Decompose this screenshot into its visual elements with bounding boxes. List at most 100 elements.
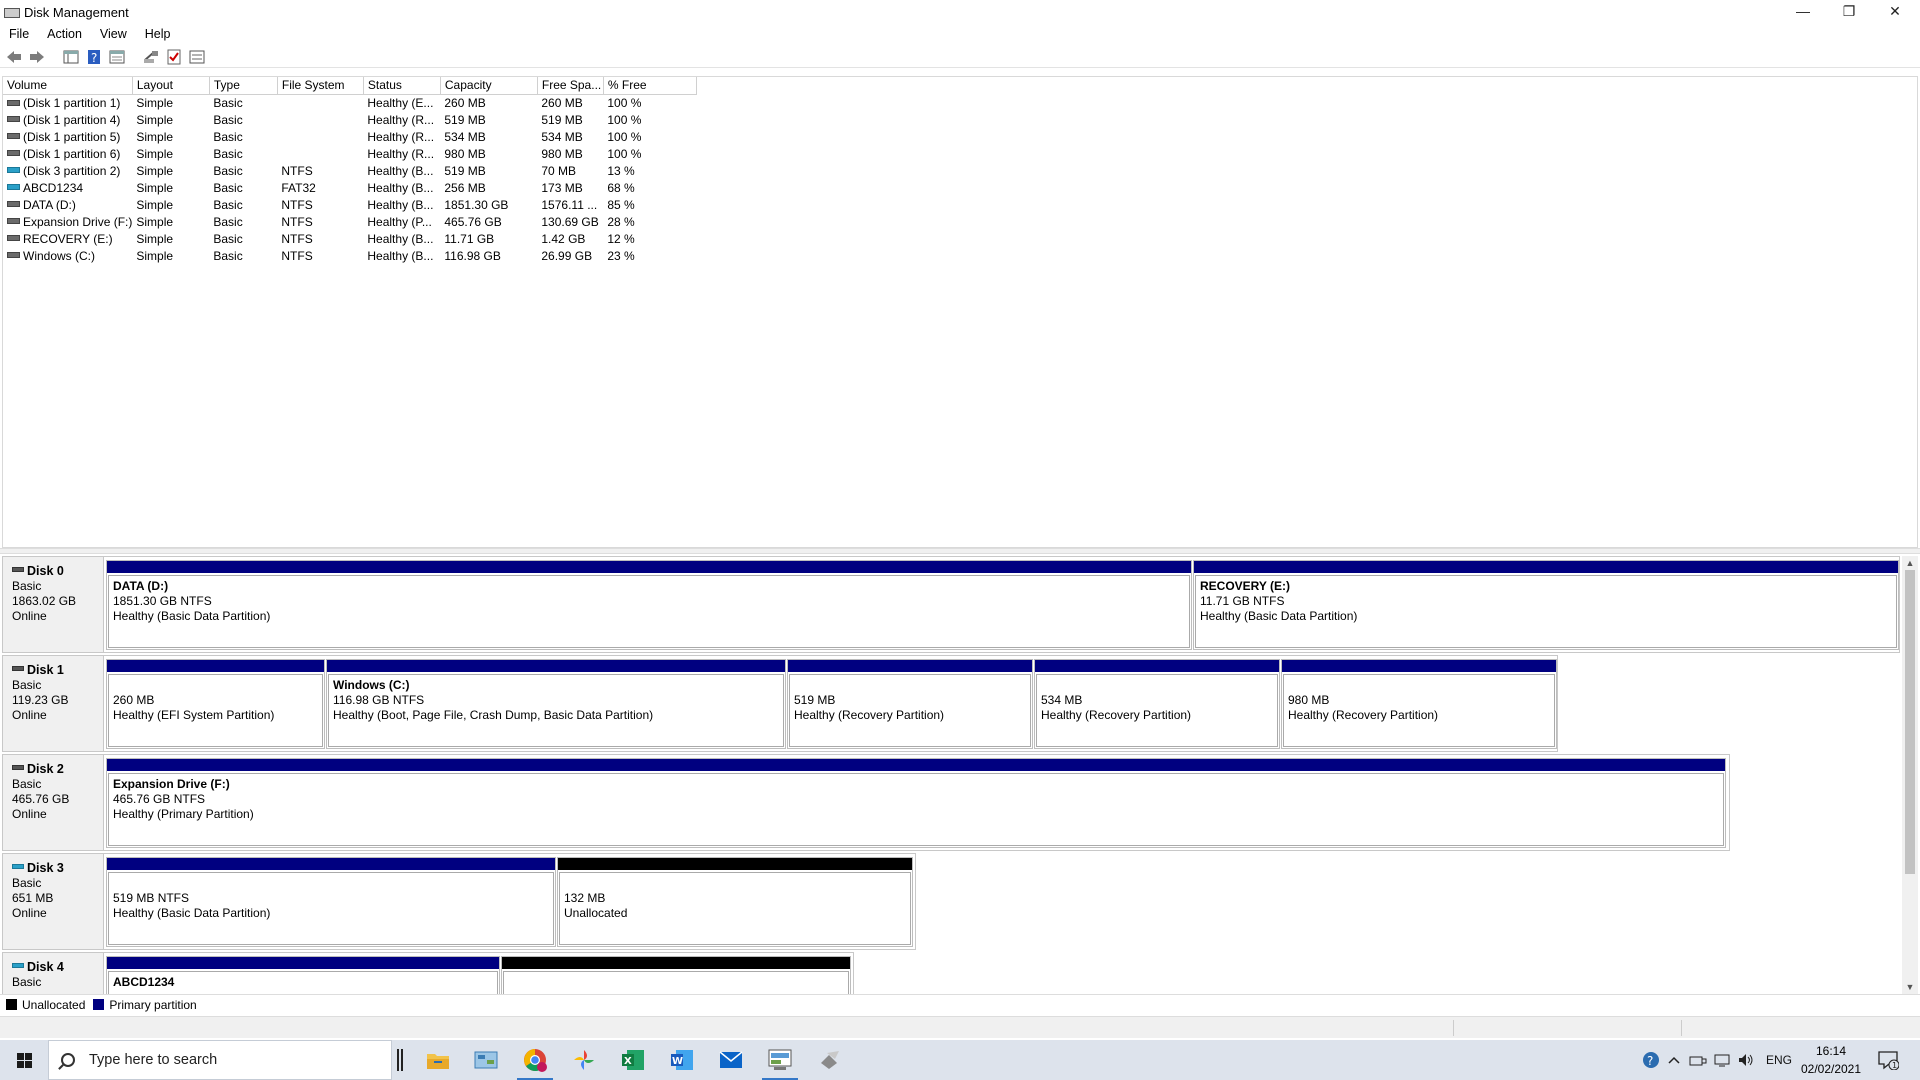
partition-block[interactable]: RECOVERY (E:) 11.71 GB NTFS Healthy (Basic… [1193,560,1899,650]
volume-row[interactable]: Expansion Drive (F:) Simple Basic NTFS Healt… [3,213,696,230]
volume-row[interactable]: ABCD1234 Simple Basic FAT32 Healthy (B... 256… [3,179,696,196]
partition-body: Expansion Drive (F:) 465.76 GB NTFS Health… [108,773,1724,846]
system-tray: ? ENG [1640,1040,1792,1080]
forward-arrow-icon[interactable] [27,48,47,66]
control-panel-icon[interactable] [462,1040,510,1080]
close-button[interactable]: ✕ [1872,0,1918,22]
volume-cell-fs: NTFS [281,231,313,246]
help-icon[interactable]: ? [84,48,104,66]
column-header-file-system[interactable]: File System [277,77,364,95]
network-tray-icon[interactable] [1710,1053,1734,1067]
partition-block[interactable]: 534 MB Healthy (Recovery Partition) [1034,659,1280,749]
partition-status: Healthy (Recovery Partition) [1288,708,1439,722]
unallocated-space[interactable]: 132 MB Unallocated [557,857,913,947]
show-hidden-icons-chevron-icon[interactable] [1662,1056,1686,1064]
menu-action[interactable]: Action [38,27,91,41]
partition-title-line: RECOVERY (E:) [1200,579,1896,594]
partition-title-line: Expansion Drive (F:) [113,777,1723,792]
column-header-percent-free[interactable]: % Free [603,77,697,95]
volume-name: (Disk 3 partition 2) [23,163,121,178]
disk-info-panel[interactable]: Disk 3 Basic 651 MB Online [2,853,104,950]
disk-info-panel[interactable]: Disk 1 Basic 119.23 GB Online [2,655,104,752]
disk-info-panel[interactable]: Disk 0 Basic 1863.02 GB Online [2,556,104,653]
disk-info-panel[interactable]: Disk 4 Basic [2,952,104,994]
disk-management-app-icon [4,6,20,18]
partition-block[interactable]: 980 MB Healthy (Recovery Partition) [1281,659,1557,749]
volume-cell-layout: Simple [136,163,174,178]
console-tree-icon[interactable] [61,48,81,66]
word-icon[interactable]: W [658,1040,706,1080]
volume-row[interactable]: (Disk 1 partition 6) Simple Basic Healthy (… [3,145,696,162]
volume-row[interactable]: RECOVERY (E:) Simple Basic NTFS Healthy (B..… [3,230,696,247]
check-icon[interactable] [164,48,184,66]
restore-button[interactable]: ❐ [1826,0,1872,22]
minimize-button[interactable]: — [1780,0,1826,22]
volume-cell-type: Basic [213,197,243,212]
list-icon[interactable] [187,48,207,66]
pane-splitter[interactable] [0,548,1920,554]
connect-icon[interactable] [141,48,161,66]
partition-title-line: DATA (D:) [113,579,1189,594]
partition-block[interactable]: 519 MB Healthy (Recovery Partition) [787,659,1033,749]
partition-color-bar [107,561,1191,573]
network-icon[interactable] [805,1040,853,1080]
menu-view[interactable]: View [91,27,136,41]
notification-center-icon[interactable]: 1 [1868,1040,1908,1080]
volume-row[interactable]: Windows (C:) Simple Basic NTFS Healthy (B...… [3,247,696,264]
graphical-view-scrollbar[interactable]: ▲ ▼ [1902,556,1918,994]
partition-block[interactable]: 519 MB NTFS Healthy (Basic Data Partition… [106,857,556,947]
volume-cell-status: Healthy (R... [367,129,435,144]
usb-eject-icon[interactable] [1686,1053,1710,1067]
volume-cell-status: Healthy (R... [367,112,435,127]
volume-cell-free: 980 MB [541,146,583,161]
volume-row[interactable]: (Disk 1 partition 5) Simple Basic Healthy (… [3,128,696,145]
mail-icon[interactable] [707,1040,755,1080]
help-circle-icon[interactable]: ? [1640,1051,1662,1069]
volume-row[interactable]: (Disk 1 partition 4) Simple Basic Healthy (… [3,111,696,128]
partition-block[interactable]: Windows (C:) 116.98 GB NTFS Healthy (Boot,… [326,659,786,749]
volume-cell-pct: 13 % [607,163,635,178]
column-header-type[interactable]: Type [209,77,278,95]
volume-cell-layout: Simple [136,214,174,229]
partition-block[interactable]: 260 MB Healthy (EFI System Partition) [106,659,325,749]
volume-row[interactable]: DATA (D:) Simple Basic NTFS Healthy (B... 185… [3,196,696,213]
volume-icon [7,201,20,208]
column-header-volume[interactable]: Volume [3,77,133,95]
scroll-up-arrow-icon[interactable]: ▲ [1902,556,1918,570]
volume-cell-pct: 100 % [607,95,642,110]
scroll-down-arrow-icon[interactable]: ▼ [1902,980,1918,994]
disk-management-icon[interactable] [756,1040,804,1080]
column-header-status[interactable]: Status [363,77,441,95]
menu-help[interactable]: Help [136,27,180,41]
volume-cell-capacity: 260 MB [444,95,486,110]
partition-block[interactable]: ABCD1234 [106,956,500,994]
unallocated-space[interactable] [501,956,851,994]
disk-info-panel[interactable]: Disk 2 Basic 465.76 GB Online [2,754,104,851]
volume-icon[interactable] [1734,1053,1758,1067]
properties-icon[interactable] [107,48,127,66]
menu-file[interactable]: File [0,27,38,41]
disk-name: Disk 3 [12,861,103,876]
partition-status: Healthy (Basic Data Partition) [113,609,271,623]
scrollbar-thumb[interactable] [1905,570,1915,874]
column-header-layout[interactable]: Layout [132,77,210,95]
taskbar-search-box[interactable]: Type here to search [48,1040,392,1080]
chrome-icon[interactable] [511,1040,559,1080]
excel-icon[interactable]: X [609,1040,657,1080]
volume-cell-volume: (Disk 1 partition 6) [3,145,132,162]
back-arrow-icon[interactable] [4,48,24,66]
column-header-free-space[interactable]: Free Spa... [537,77,604,95]
column-header-capacity[interactable]: Capacity [440,77,538,95]
volume-row[interactable]: (Disk 3 partition 2) Simple Basic NTFS Healt… [3,162,696,179]
volume-icon [7,235,20,242]
legend-swatch-primary [93,999,105,1010]
volume-row[interactable]: (Disk 1 partition 1) Simple Basic Healthy (… [3,94,696,111]
partition-block[interactable]: DATA (D:) 1851.30 GB NTFS Healthy (Basic D… [106,560,1192,650]
disk-management-window: Disk Management — ❐ ✕ File Action View H… [0,0,1920,1040]
file-explorer-icon[interactable] [414,1040,462,1080]
partition-status: Healthy (EFI System Partition) [113,708,275,722]
partition-block[interactable]: Expansion Drive (F:) 465.76 GB NTFS Health… [106,758,1726,848]
start-button[interactable] [0,1040,48,1080]
photos-icon[interactable] [560,1040,608,1080]
disk-partitions-area: ABCD1234 [104,952,854,994]
